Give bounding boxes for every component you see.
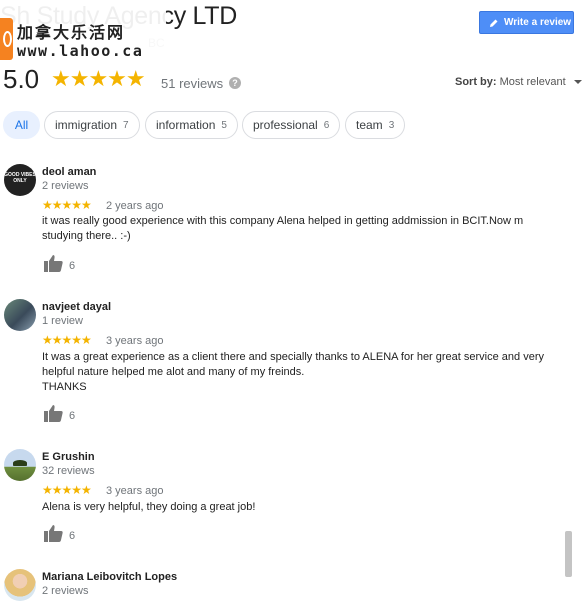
chip-count: 5 [221,119,227,131]
watermark-chinese-text: 加拿大乐活网 [17,25,126,42]
chip-count: 3 [388,119,395,131]
reviewer-review-count: 32 reviews [42,465,95,477]
sort-label: Sort by: [455,76,497,88]
chip-label: information [156,118,216,132]
write-review-button[interactable]: Write a review [479,11,574,34]
review-date: 3 years ago [106,485,164,497]
chip-label: immigration [55,118,118,132]
review-date: 2 years ago [106,200,164,212]
chip-immigration[interactable]: immigration 7 [44,111,140,139]
review-date: 3 years ago [106,335,164,347]
reviewer-name[interactable]: E Grushin [42,451,95,463]
avatar[interactable]: GOOD VIBES ONLY [4,164,36,196]
reviewer-review-count: 2 reviews [42,180,89,192]
review-text: it was really good experience with this … [42,215,524,242]
like-count: 6 [69,530,76,542]
reviewer-review-count: 1 review [42,315,83,327]
pencil-icon [490,19,498,27]
chip-label: team [356,118,383,132]
chip-label: All [14,118,29,132]
total-reviews-count[interactable]: 51 reviews [161,76,223,91]
watermark: 加拿大乐活网 www.lahoo.ca [0,0,166,64]
chip-professional[interactable]: professional 6 [242,111,341,139]
review-stars: ★★★★★ [42,483,92,497]
chip-team[interactable]: team 3 [345,111,406,139]
review-text: Alena is very helpful, they doing a grea… [42,501,256,513]
chip-label: professional [253,118,318,132]
thumbs-up-icon[interactable] [44,525,63,547]
sort-value: Most relevant [499,76,566,88]
review-stars: ★★★★★ [42,333,92,347]
scrollbar-thumb[interactable] [565,531,572,577]
reviewer-name[interactable]: Mariana Leibovitch Lopes [42,571,177,583]
sort-dropdown[interactable]: Sort by: Most relevant [455,76,582,88]
reviewer-review-count: 2 reviews [42,585,89,597]
watermark-url: www.lahoo.ca [17,42,144,60]
average-rating: 5.0 [3,64,40,94]
chevron-down-icon [573,80,582,85]
avatar[interactable] [4,449,36,481]
like-count: 6 [69,410,76,422]
reviewer-name[interactable]: navjeet dayal [42,301,111,313]
avatar[interactable] [4,569,36,601]
avatar[interactable] [4,299,36,331]
chip-count: 7 [123,119,129,131]
reviewer-name[interactable]: deol aman [42,166,96,178]
thumbs-up-icon[interactable] [44,255,63,277]
write-review-label: Write a review [504,17,572,28]
chip-count: 6 [323,119,330,131]
review-text: It was a great experience as a client th… [42,351,544,393]
help-icon[interactable]: ? [229,77,241,89]
chip-information[interactable]: information 5 [145,111,238,139]
watermark-logo-icon [0,18,13,60]
thumbs-up-icon[interactable] [44,405,63,427]
average-stars: ★★★★★ [51,66,146,91]
like-count: 6 [69,260,76,272]
chip-all[interactable]: All [3,111,40,139]
review-stars: ★★★★★ [42,198,92,212]
